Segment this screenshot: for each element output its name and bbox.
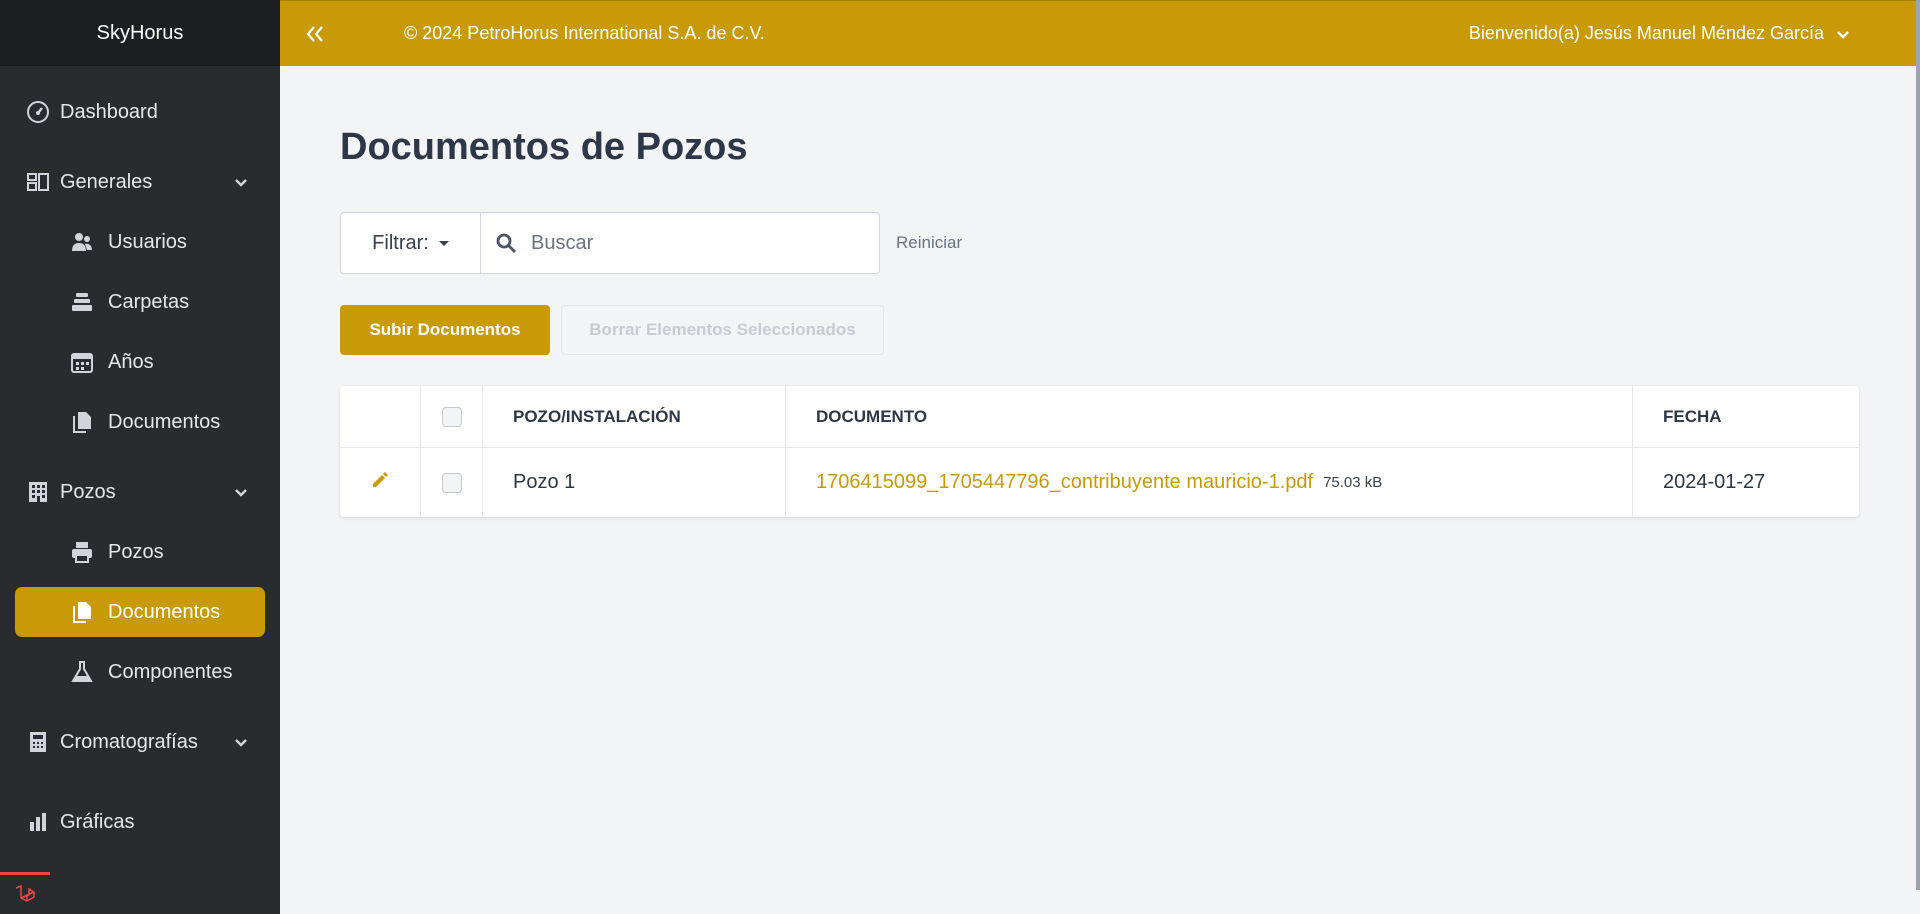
filter-bar: Filtrar: (340, 212, 880, 274)
sidebar-item-label: Componentes (108, 660, 233, 683)
sidebar-item-label: Documentos (108, 600, 221, 623)
chart-icon (24, 808, 52, 836)
column-header-pozo[interactable]: POZO/INSTALACIÓN (513, 386, 681, 447)
collapse-sidebar-icon[interactable] (302, 21, 328, 47)
sidebar-item-label: Usuarios (108, 230, 187, 253)
caret-down-icon (438, 240, 449, 246)
page-scrollbar[interactable] (1916, 0, 1920, 890)
chevron-down-icon[interactable] (231, 732, 251, 752)
sidebar-item-generales[interactable]: Generales (15, 157, 265, 207)
printer-icon (68, 538, 96, 566)
sidebar-item-label: Carpetas (108, 290, 190, 313)
search-wrapper (481, 213, 879, 273)
top-bar: © 2024 PetroHorus International S.A. de … (280, 0, 1916, 66)
sidebar-item-documentos-generales[interactable]: Documentos (15, 397, 265, 447)
sidebar-item-pozos-group[interactable]: Pozos (15, 467, 265, 517)
calendar-icon (68, 348, 96, 376)
sidebar-item-label: Documentos (108, 410, 221, 433)
reset-button[interactable]: Reiniciar (896, 233, 962, 253)
sidebar-item-label: Pozos (60, 480, 116, 503)
sidebar-item-carpetas[interactable]: Carpetas (15, 277, 265, 327)
documents-icon (68, 598, 96, 626)
sidebar-item-label: Cromatografías (60, 730, 198, 753)
page-title: Documentos de Pozos (340, 126, 748, 168)
sidebar-item-label: Generales (60, 170, 153, 193)
folders-icon (68, 288, 96, 316)
chevron-down-icon[interactable] (231, 482, 251, 502)
edit-pencil-icon[interactable] (370, 470, 390, 495)
row-checkbox[interactable] (442, 472, 462, 493)
sidebar-item-cromatografias[interactable]: Cromatografías (15, 717, 265, 767)
sidebar-item-graficas[interactable]: Gráficas (15, 797, 265, 847)
sidebar-item-usuarios[interactable]: Usuarios (15, 217, 265, 267)
calculator-icon (24, 728, 52, 756)
upload-documents-button[interactable]: Subir Documentos (340, 305, 550, 355)
dashboard-icon (24, 98, 52, 126)
table-header-row: POZO/INSTALACIÓN DOCUMENTO FECHA (340, 386, 1859, 448)
copyright-text: © 2024 PetroHorus International S.A. de … (404, 23, 765, 43)
table-row: Pozo 1 1706415099_1705447796_contribuyen… (340, 448, 1859, 517)
sidebar-item-anos[interactable]: Años (15, 337, 265, 387)
sidebar-item-pozos[interactable]: Pozos (15, 527, 265, 577)
sidebar-item-label: Pozos (108, 540, 164, 563)
cell-fecha: 2024-01-27 (1663, 471, 1766, 493)
flask-icon (68, 658, 96, 686)
sidebar-item-dashboard[interactable]: Dashboard (15, 87, 265, 137)
documents-table: POZO/INSTALACIÓN DOCUMENTO FECHA Pozo 1 … (340, 386, 1859, 517)
sidebar-item-componentes[interactable]: Componentes (15, 647, 265, 697)
filter-dropdown[interactable]: Filtrar: (341, 213, 481, 273)
column-header-documento[interactable]: DOCUMENTO (816, 386, 927, 447)
cell-documento: 1706415099_1705447796_contribuyente maur… (816, 448, 1382, 517)
brand-logo[interactable]: SkyHorus (0, 0, 280, 66)
building-icon (24, 478, 52, 506)
select-all-checkbox[interactable] (442, 406, 462, 427)
document-size: 75.03 kB (1323, 474, 1383, 491)
sidebar-item-label: Dashboard (60, 100, 158, 123)
chevron-down-icon (1837, 30, 1849, 39)
user-menu[interactable]: Bienvenido(a) Jesús Manuel Méndez García (1469, 23, 1852, 44)
user-greeting: Bienvenido(a) Jesús Manuel Méndez García (1468, 23, 1824, 43)
laravel-logo-icon (0, 872, 50, 914)
edit-cell (370, 448, 390, 517)
chevron-down-icon[interactable] (231, 172, 251, 192)
filter-label: Filtrar: (372, 231, 429, 254)
delete-selected-button[interactable]: Borrar Elementos Seleccionados (561, 305, 884, 355)
users-icon (68, 228, 96, 256)
row-select-cell (442, 448, 462, 517)
generales-icon (24, 168, 52, 196)
sidebar-item-label: Años (108, 350, 154, 373)
select-all-cell (442, 386, 462, 447)
document-link[interactable]: 1706415099_1705447796_contribuyente maur… (816, 471, 1313, 494)
search-input[interactable] (481, 214, 879, 272)
search-icon (495, 232, 517, 254)
sidebar-item-documentos-pozos[interactable]: Documentos (15, 587, 265, 637)
sidebar-item-label: Gráficas (60, 810, 135, 833)
column-header-fecha[interactable]: FECHA (1663, 386, 1722, 447)
sidebar: SkyHorus Dashboard Generales Usuarios Ca… (0, 0, 280, 914)
documents-icon (68, 408, 96, 436)
cell-pozo: Pozo 1 (513, 471, 576, 493)
